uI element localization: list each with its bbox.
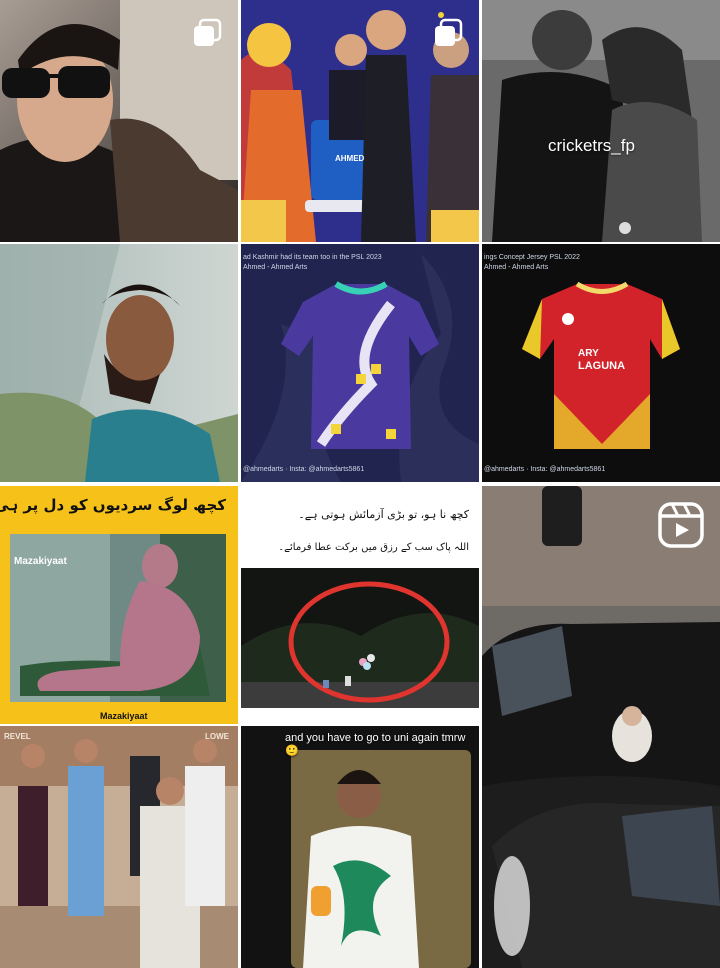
reel-icon bbox=[658, 502, 704, 548]
post-tile[interactable] bbox=[0, 0, 238, 242]
post-image bbox=[241, 244, 479, 482]
jersey-sponsor-text: LAGUNA bbox=[578, 360, 626, 372]
post-tile[interactable]: کچھ نا ہو، تو بڑی آزمائش ہوتی ہے۔ اللہ پ… bbox=[241, 486, 479, 724]
post-credit-text: Ahmed - Ahmed Arts bbox=[243, 264, 308, 271]
urdu-headline: کچھ لوگ سردیوں کو دل پر ہی لیتے ہیں bbox=[0, 496, 226, 514]
footer-brand-text: Mazakiyaat bbox=[100, 711, 148, 721]
post-image bbox=[241, 726, 479, 968]
multiple-photos-icon bbox=[435, 18, 463, 46]
watermark-text: Mazakiyaat bbox=[14, 556, 67, 567]
post-tile[interactable] bbox=[0, 244, 238, 482]
post-tile[interactable]: cricketrs_fp bbox=[482, 0, 720, 242]
post-footer-text: @ahmedarts · Insta: @ahmedarts5861 bbox=[243, 466, 365, 473]
reel-tile[interactable] bbox=[482, 486, 720, 968]
cake-name-text: AHMED bbox=[335, 154, 365, 163]
post-image bbox=[241, 486, 479, 724]
post-tile[interactable]: ad Kashmir had its team too in the PSL 2… bbox=[241, 244, 479, 482]
urdu-line-2: اللہ پاک سب کے رزق میں برکت عطا فرمائے۔ bbox=[278, 542, 469, 553]
post-credit-text: Ahmed - Ahmed Arts bbox=[484, 264, 549, 271]
sign-text-left: REVEL bbox=[4, 732, 31, 741]
post-tile[interactable]: AHMED bbox=[241, 0, 479, 242]
post-tile[interactable]: ARY LAGUNA ings Concept Jersey PSL 2022 … bbox=[482, 244, 720, 482]
post-footer-text: @ahmedarts · Insta: @ahmedarts5861 bbox=[484, 466, 606, 473]
post-image bbox=[482, 0, 720, 242]
post-tile[interactable]: کچھ لوگ سردیوں کو دل پر ہی لیتے ہیں Maza… bbox=[0, 486, 238, 724]
post-header-text: ings Concept Jersey PSL 2022 bbox=[484, 254, 580, 261]
post-header-text: ad Kashmir had its team too in the PSL 2… bbox=[243, 254, 382, 261]
post-image bbox=[0, 486, 238, 724]
post-tile[interactable]: REVEL LOWE bbox=[0, 726, 238, 968]
post-tile[interactable]: and you have to go to uni again tmrw 🙂 bbox=[241, 726, 479, 968]
post-caption-overlay: and you have to go to uni again tmrw 🙂 bbox=[285, 732, 466, 757]
profile-post-grid: AHMED cricketrs_fp ad Kashmir had its te… bbox=[0, 0, 720, 968]
urdu-line-1: کچھ نا ہو، تو بڑی آزمائش ہوتی ہے۔ bbox=[298, 508, 469, 521]
post-image bbox=[482, 486, 720, 968]
post-image bbox=[0, 726, 238, 968]
jersey-brand-text: ARY bbox=[578, 348, 599, 359]
multiple-photos-icon bbox=[194, 18, 222, 46]
post-image bbox=[0, 244, 238, 482]
post-caption-overlay: cricketrs_fp bbox=[548, 136, 635, 155]
sign-text-right: LOWE bbox=[205, 732, 229, 741]
